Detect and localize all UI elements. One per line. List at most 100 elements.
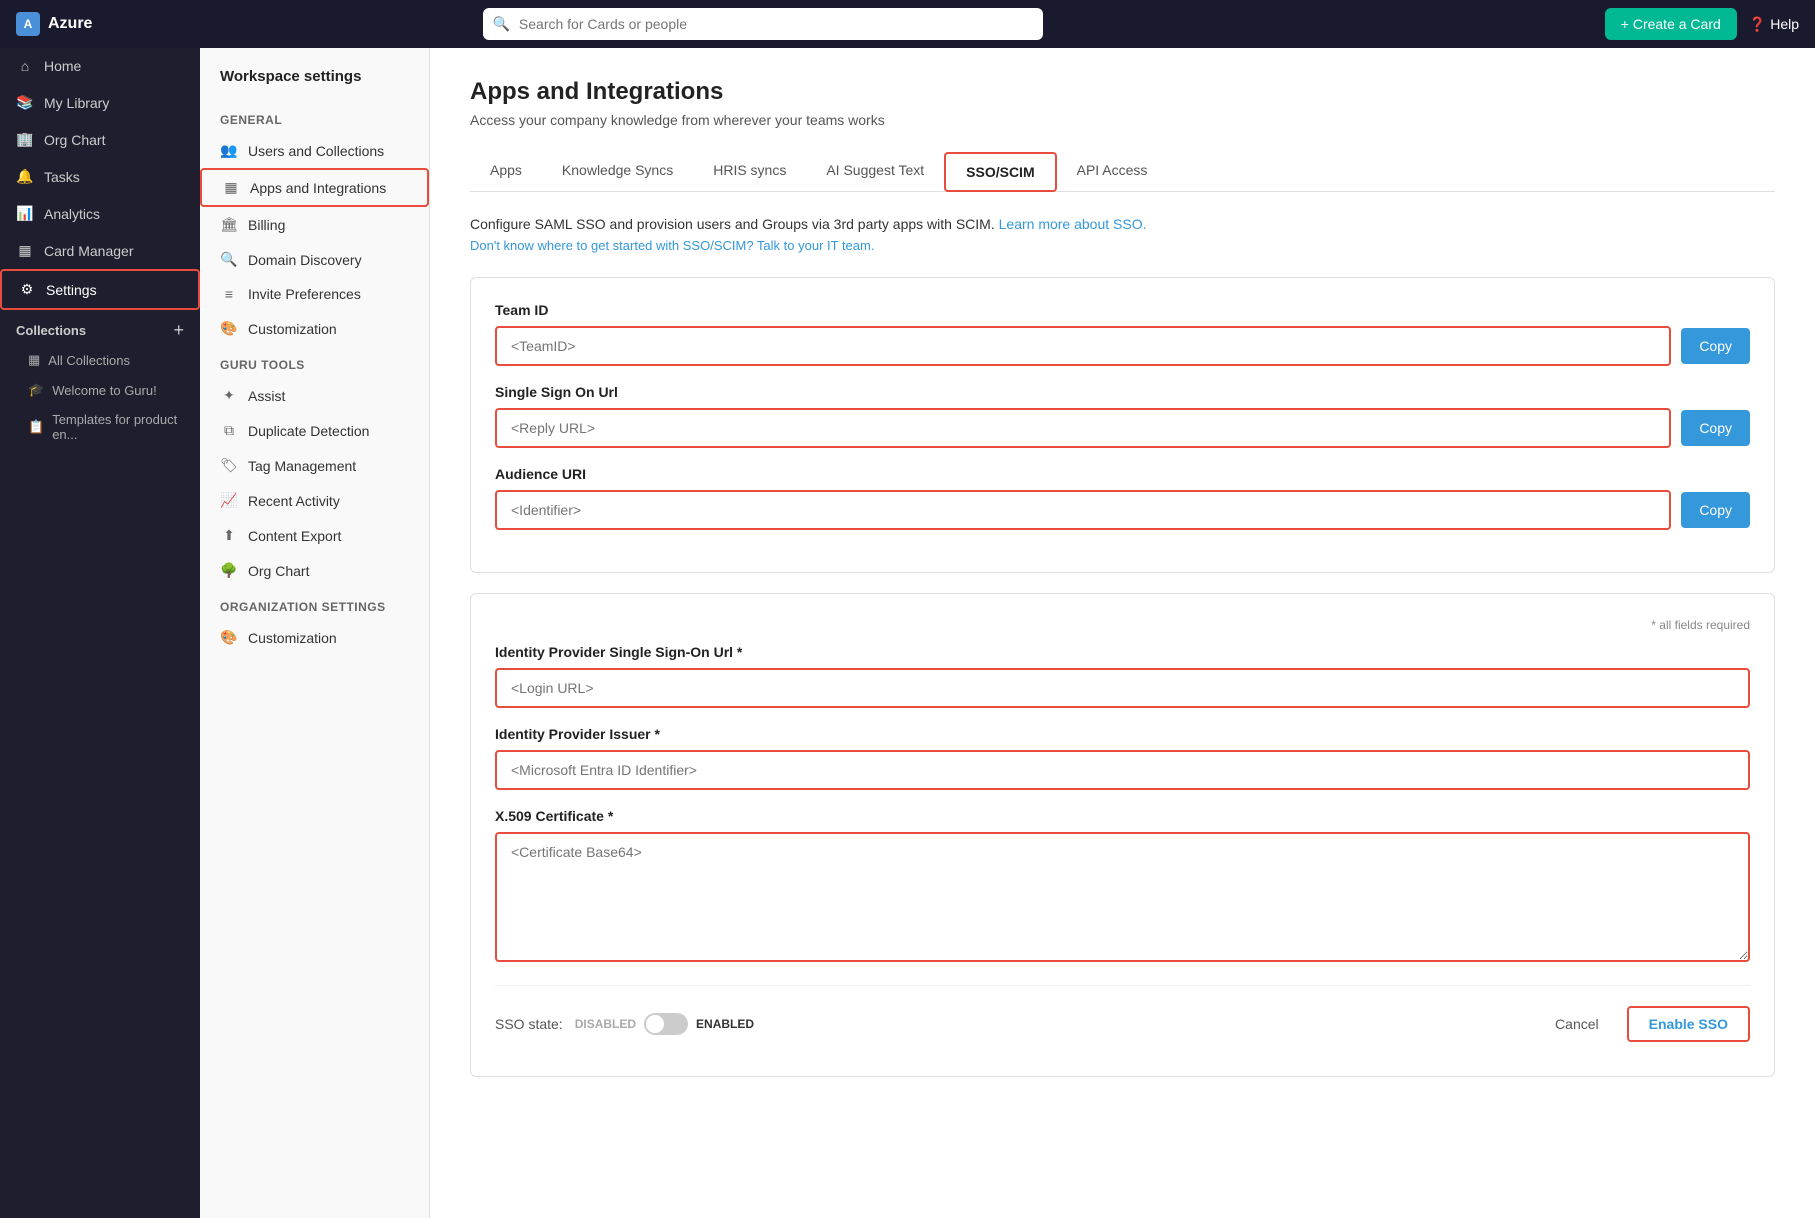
- search-input[interactable]: [483, 8, 1043, 40]
- tabs-container: AppsKnowledge SyncsHRIS syncsAI Suggest …: [470, 152, 1775, 192]
- settings-sidebar: Workspace settings General 👥Users and Co…: [200, 48, 430, 1218]
- settings-item-users-and-collections[interactable]: 👥Users and Collections: [200, 133, 429, 168]
- field-input-sso-url[interactable]: [495, 408, 1671, 448]
- collection-item-templates-for-product[interactable]: 📋Templates for product en...: [0, 405, 200, 449]
- org-customization-icon: 🎨: [220, 629, 238, 646]
- tab-api-access[interactable]: API Access: [1057, 152, 1168, 191]
- sidebar-item-tasks[interactable]: 🔔Tasks: [0, 158, 200, 195]
- sso-toggle-wrap: DISABLED ENABLED: [575, 1013, 754, 1035]
- field-label-idp-sso-url: Identity Provider Single Sign-On Url *: [495, 644, 1750, 660]
- apps-and-integrations-icon: ▦: [222, 179, 240, 196]
- sso-section-1: Team ID Copy Single Sign On Url Copy Aud…: [470, 277, 1775, 573]
- users-and-collections-icon: 👥: [220, 142, 238, 159]
- sidebar-item-org-chart[interactable]: 🏢Org Chart: [0, 121, 200, 158]
- billing-icon: 🏛: [220, 216, 238, 233]
- copy-button-sso-url[interactable]: Copy: [1681, 410, 1750, 446]
- settings-item-recent-activity[interactable]: 📈Recent Activity: [200, 483, 429, 518]
- invite-preferences-icon: ≡: [220, 286, 238, 302]
- collections-label: Collections: [16, 323, 86, 338]
- help-button[interactable]: ❓ Help: [1749, 16, 1799, 33]
- settings-item-apps-and-integrations[interactable]: ▦Apps and Integrations: [200, 168, 429, 207]
- assist-icon: ✦: [220, 387, 238, 404]
- top-header: A Azure 🔍 + Create a Card ❓ Help: [0, 0, 1815, 48]
- cancel-button[interactable]: Cancel: [1539, 1008, 1615, 1040]
- copy-button-team-id[interactable]: Copy: [1681, 328, 1750, 364]
- workspace-settings-title: Workspace settings: [200, 68, 429, 101]
- sso-state-label: SSO state:: [495, 1016, 563, 1032]
- tab-apps[interactable]: Apps: [470, 152, 542, 191]
- sso-hint[interactable]: Don't know where to get started with SSO…: [470, 238, 1775, 253]
- settings-item-billing[interactable]: 🏛Billing: [200, 207, 429, 242]
- tab-sso-scim[interactable]: SSO/SCIM: [944, 152, 1056, 192]
- sidebar-item-card-manager[interactable]: ▦Card Manager: [0, 232, 200, 269]
- disabled-label: DISABLED: [575, 1017, 636, 1031]
- sidebar-item-settings[interactable]: ⚙Settings: [0, 269, 200, 310]
- collections-header: Collections +: [0, 310, 200, 345]
- search-icon: 🔍: [493, 16, 510, 33]
- settings-item-content-export[interactable]: ⬆Content Export: [200, 518, 429, 553]
- logo-icon: A: [16, 12, 40, 36]
- create-card-button[interactable]: + Create a Card: [1605, 8, 1737, 40]
- settings-item-tag-management[interactable]: 🏷Tag Management: [200, 448, 429, 483]
- app-logo: A Azure: [16, 12, 196, 36]
- copy-button-audience-uri[interactable]: Copy: [1681, 492, 1750, 528]
- field-textarea-x509-cert[interactable]: [495, 832, 1750, 962]
- org-chart-icon: 🏢: [16, 131, 34, 148]
- field-label-idp-issuer: Identity Provider Issuer *: [495, 726, 1750, 742]
- settings-item-assist[interactable]: ✦Assist: [200, 378, 429, 413]
- main-layout: ⌂Home📚My Library🏢Org Chart🔔Tasks📊Analyti…: [0, 48, 1815, 1218]
- app-name: Azure: [48, 15, 92, 33]
- field-label-audience-uri: Audience URI: [495, 466, 1750, 482]
- sso-section-2: * all fields required Identity Provider …: [470, 593, 1775, 1077]
- page-title: Apps and Integrations: [470, 78, 1775, 106]
- collection-item-welcome-to-guru[interactable]: 🎓Welcome to Guru!: [0, 375, 200, 405]
- left-sidebar: ⌂Home📚My Library🏢Org Chart🔔Tasks📊Analyti…: [0, 48, 200, 1218]
- my-library-icon: 📚: [16, 94, 34, 111]
- collection-item-all-collections[interactable]: ▦All Collections: [0, 345, 200, 375]
- settings-item-org-chart[interactable]: 🌳Org Chart: [200, 553, 429, 588]
- tab-ai-suggest-text[interactable]: AI Suggest Text: [806, 152, 944, 191]
- guru-tools-section-label: Guru Tools: [200, 346, 429, 378]
- field-input-team-id[interactable]: [495, 326, 1671, 366]
- field-label-team-id: Team ID: [495, 302, 1750, 318]
- sidebar-item-my-library[interactable]: 📚My Library: [0, 84, 200, 121]
- field-label-sso-url: Single Sign On Url: [495, 384, 1750, 400]
- help-label: Help: [1770, 16, 1799, 32]
- field-group-audience-uri: Audience URI Copy: [495, 466, 1750, 530]
- settings-item-org-customization[interactable]: 🎨Customization: [200, 620, 429, 655]
- analytics-icon: 📊: [16, 205, 34, 222]
- field-row-team-id: Copy: [495, 326, 1750, 366]
- sidebar-item-analytics[interactable]: 📊Analytics: [0, 195, 200, 232]
- header-actions: + Create a Card ❓ Help: [1605, 8, 1799, 40]
- field-label-x509-cert: X.509 Certificate *: [495, 808, 1750, 824]
- field-group-idp-sso-url: Identity Provider Single Sign-On Url *: [495, 644, 1750, 708]
- sso-description-text: Configure SAML SSO and provision users a…: [470, 216, 995, 232]
- field-input-idp-issuer[interactable]: [495, 750, 1750, 790]
- customization-icon: 🎨: [220, 320, 238, 337]
- home-icon: ⌂: [16, 58, 34, 74]
- learn-more-link[interactable]: Learn more about SSO.: [999, 216, 1147, 232]
- field-input-idp-sso-url[interactable]: [495, 668, 1750, 708]
- field-group-sso-url: Single Sign On Url Copy: [495, 384, 1750, 448]
- recent-activity-icon: 📈: [220, 492, 238, 509]
- settings-item-customization[interactable]: 🎨Customization: [200, 311, 429, 346]
- card-manager-icon: ▦: [16, 242, 34, 259]
- tab-knowledge-syncs[interactable]: Knowledge Syncs: [542, 152, 693, 191]
- field-input-audience-uri[interactable]: [495, 490, 1671, 530]
- settings-item-domain-discovery[interactable]: 🔍Domain Discovery: [200, 242, 429, 277]
- settings-item-duplicate-detection[interactable]: ⧉Duplicate Detection: [200, 413, 429, 448]
- tab-hris-syncs[interactable]: HRIS syncs: [693, 152, 806, 191]
- enable-sso-button[interactable]: Enable SSO: [1627, 1006, 1750, 1042]
- sidebar-item-home[interactable]: ⌂Home: [0, 48, 200, 84]
- content-export-icon: ⬆: [220, 527, 238, 544]
- footer-actions: Cancel Enable SSO: [1539, 1006, 1750, 1042]
- org-settings-section-label: Organization Settings: [200, 588, 429, 620]
- add-collection-button[interactable]: +: [173, 320, 184, 341]
- settings-icon: ⚙: [18, 281, 36, 298]
- sso-toggle[interactable]: [644, 1013, 688, 1035]
- sso-description: Configure SAML SSO and provision users a…: [470, 216, 1775, 232]
- required-note: * all fields required: [495, 618, 1750, 632]
- sso-footer: SSO state: DISABLED ENABLED Cancel Enabl…: [495, 985, 1750, 1052]
- settings-item-invite-preferences[interactable]: ≡Invite Preferences: [200, 277, 429, 311]
- field-group-x509-cert: X.509 Certificate *: [495, 808, 1750, 967]
